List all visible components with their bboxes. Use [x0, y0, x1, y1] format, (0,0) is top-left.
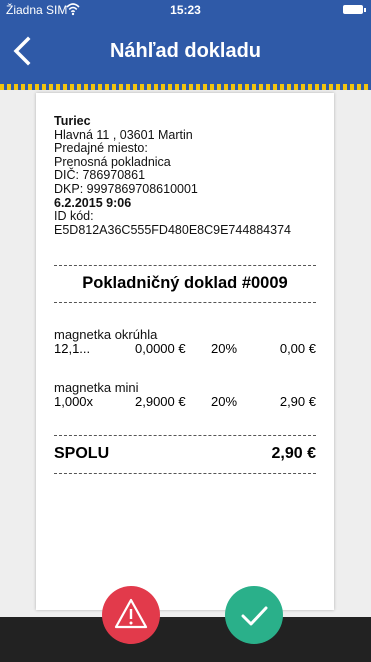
- item-total: 0,00 €: [279, 341, 316, 356]
- warning-button[interactable]: [102, 586, 160, 644]
- total-value: 2,90 €: [271, 445, 316, 462]
- receipt-tape-edge: [0, 84, 371, 90]
- company-name: Turiec: [54, 114, 91, 128]
- item-qty: 1,000x: [54, 394, 94, 409]
- sale-place-label: Predajné miesto:: [54, 141, 148, 156]
- item-total: 2,90 €: [279, 394, 316, 409]
- checkmark-icon: [241, 606, 268, 626]
- id-code-label: ID kód:: [54, 209, 94, 224]
- confirm-button[interactable]: [225, 586, 283, 644]
- warning-icon: [114, 598, 148, 629]
- item-row: 1,000x 2,9000 € 20% 2,90 €: [54, 394, 316, 410]
- battery-icon: [343, 5, 366, 14]
- dic-number: DIČ: 786970861: [54, 168, 146, 183]
- receipt-preview: Turiec Hlavná 11 , 03601 Martin Predajné…: [36, 93, 334, 610]
- receipt-datetime: 6.2.2015 9:06: [54, 195, 132, 210]
- item-qty: 12,1...: [54, 341, 91, 356]
- item-vat: 20%: [211, 394, 238, 409]
- page-title: Náhľad dokladu: [109, 40, 262, 62]
- bottom-bar: [0, 617, 371, 662]
- item-vat: 20%: [211, 341, 238, 356]
- item-name: magnetka mini: [54, 380, 139, 395]
- item-row: 12,1... 0,0000 € 20% 0,00 €: [54, 341, 316, 357]
- status-time: 15:23: [170, 3, 201, 17]
- receipt-header: Turiec Hlavná 11 , 03601 Martin Predajné…: [54, 114, 316, 237]
- total-label: SPOLU: [54, 445, 110, 462]
- item-name: magnetka okrúhla: [54, 327, 158, 342]
- dkp-number: DKP: 9997869708610001: [54, 181, 198, 196]
- company-address: Hlavná 11 , 03601 Martin: [54, 127, 193, 142]
- id-code: E5D812A36C555FD480E8C9E744884374: [54, 222, 291, 237]
- divider: [54, 265, 316, 266]
- item-unit-price: 0,0000 €: [135, 341, 186, 356]
- item-unit-price: 2,9000 €: [135, 394, 186, 409]
- divider: [54, 302, 316, 303]
- divider: [54, 435, 316, 436]
- status-bar: Žiadna SIM 15:23: [0, 0, 371, 20]
- nav-bar: Náhľad dokladu: [0, 20, 371, 84]
- total-row: SPOLU 2,90 €: [54, 445, 316, 465]
- divider: [54, 473, 316, 474]
- receipt-title: Pokladničný doklad #0009: [82, 274, 288, 292]
